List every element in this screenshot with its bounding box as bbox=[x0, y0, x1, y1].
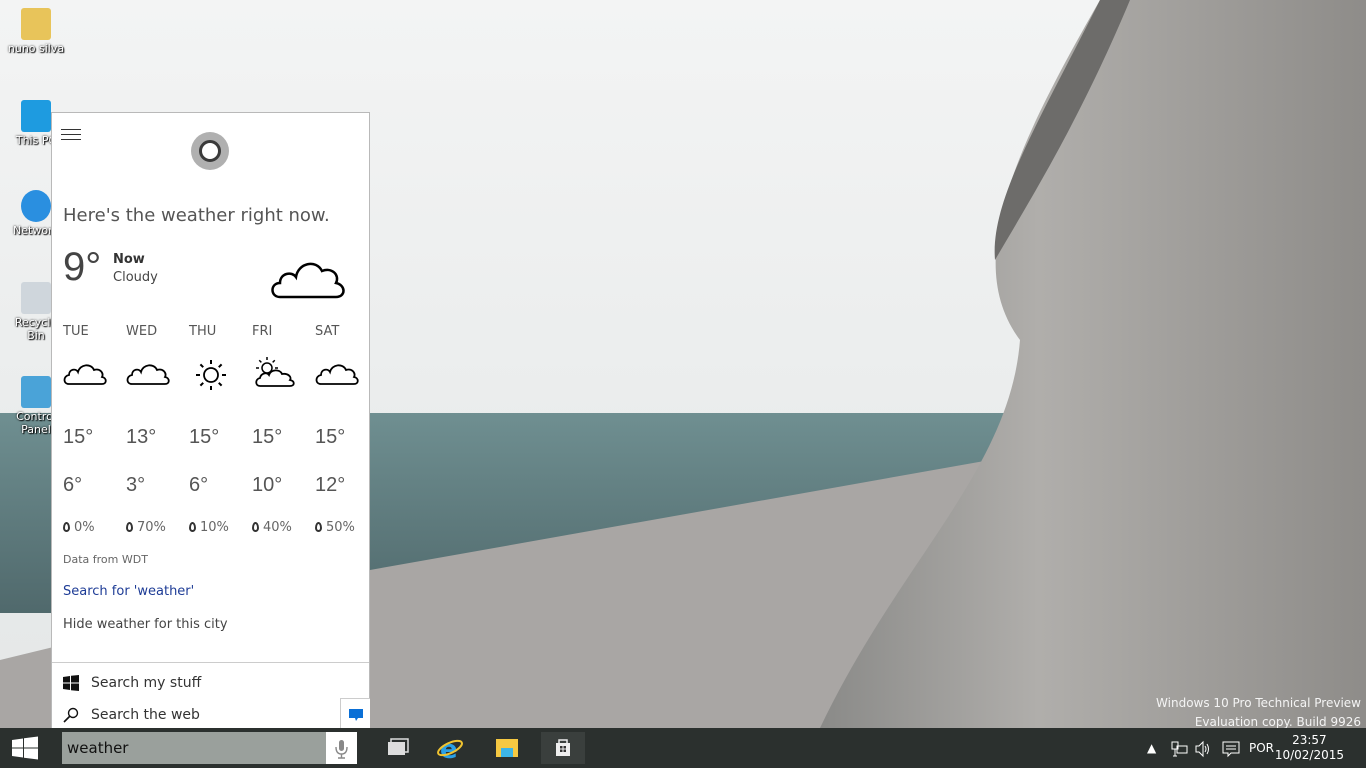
task-view-icon bbox=[388, 738, 409, 755]
file-explorer-button[interactable] bbox=[485, 732, 529, 764]
cortana-logo-icon bbox=[191, 132, 229, 170]
current-condition: Cloudy bbox=[113, 270, 158, 285]
file-explorer-icon bbox=[496, 739, 518, 757]
windows-logo-icon bbox=[12, 736, 38, 760]
store-icon bbox=[556, 739, 570, 756]
microphone-button[interactable] bbox=[326, 732, 357, 764]
feedback-button[interactable] bbox=[340, 698, 370, 729]
cloud-icon bbox=[126, 364, 170, 385]
raindrop-icon bbox=[63, 522, 70, 532]
search-input[interactable] bbox=[62, 732, 326, 764]
forecast-day-label: TUE bbox=[63, 324, 89, 339]
internet-explorer-icon: e bbox=[437, 735, 463, 765]
cloud-icon bbox=[271, 262, 345, 299]
forecast-day-label: WED bbox=[126, 324, 158, 339]
forecast-day-label: SAT bbox=[315, 324, 340, 339]
forecast-precipitation: 0% bbox=[63, 520, 95, 535]
cloud-icon bbox=[63, 364, 107, 385]
current-label: Now bbox=[113, 252, 145, 267]
cloud-icon bbox=[315, 364, 359, 385]
feedback-icon bbox=[349, 709, 363, 721]
taskbar: e ▲ POR 23:5710/02/2015 bbox=[0, 728, 1366, 768]
action-center-icon[interactable] bbox=[1222, 740, 1240, 758]
partly-sunny-icon bbox=[255, 357, 295, 387]
language-indicator[interactable]: POR bbox=[1249, 728, 1274, 768]
build-watermark: Windows 10 Pro Technical Preview Evaluati… bbox=[1156, 696, 1361, 729]
forecast-day: SAT 15° 12° 50% bbox=[315, 324, 378, 535]
forecast-high: 15° bbox=[63, 426, 94, 448]
search-box[interactable] bbox=[62, 732, 357, 764]
forecast-day: WED 13° 3° 70% bbox=[126, 324, 189, 535]
hamburger-menu-icon[interactable] bbox=[61, 129, 81, 140]
forecast-precipitation: 70% bbox=[126, 520, 166, 535]
windows-logo-icon bbox=[63, 675, 79, 691]
computer-icon bbox=[21, 100, 51, 132]
forecast-low: 3° bbox=[126, 474, 146, 496]
recycle-bin-icon bbox=[21, 282, 51, 314]
forecast-high: 15° bbox=[252, 426, 283, 448]
task-view-button[interactable] bbox=[374, 732, 418, 764]
desktop-icon-user-folder[interactable]: nuno silva bbox=[6, 8, 66, 55]
forecast-day-label: THU bbox=[189, 324, 217, 339]
raindrop-icon bbox=[252, 522, 259, 532]
search-my-stuff-option[interactable]: Search my stuff bbox=[63, 675, 201, 695]
raindrop-icon bbox=[126, 522, 133, 532]
network-icon bbox=[21, 190, 51, 222]
raindrop-icon bbox=[315, 522, 322, 532]
forecast-high: 13° bbox=[126, 426, 157, 448]
internet-explorer-button[interactable]: e bbox=[428, 732, 472, 765]
current-temperature: 9° bbox=[63, 245, 102, 289]
svg-text:e: e bbox=[440, 735, 458, 764]
search-weather-link[interactable]: Search for 'weather' bbox=[63, 584, 194, 599]
forecast-day: THU 15° 6° 10% bbox=[189, 324, 252, 535]
forecast-precipitation: 40% bbox=[252, 520, 292, 535]
forecast-precipitation: 50% bbox=[315, 520, 355, 535]
forecast-low: 10° bbox=[252, 474, 283, 496]
sun-icon bbox=[196, 360, 226, 390]
clock[interactable]: 23:57 10/02/2015 bbox=[1275, 733, 1344, 763]
show-hidden-icons-button[interactable]: ▲ bbox=[1147, 728, 1156, 768]
volume-icon[interactable] bbox=[1194, 740, 1212, 758]
network-status-icon[interactable] bbox=[1170, 740, 1188, 758]
forecast-day-label: FRI bbox=[252, 324, 273, 339]
search-the-web-option[interactable]: Search the web bbox=[63, 707, 200, 727]
forecast-low: 6° bbox=[63, 474, 83, 496]
forecast-low: 6° bbox=[189, 474, 209, 496]
control-panel-icon bbox=[21, 376, 51, 408]
hide-weather-link[interactable]: Hide weather for this city bbox=[63, 617, 228, 632]
forecast-precipitation: 10% bbox=[189, 520, 229, 535]
forecast-day: TUE 15° 6° 0% bbox=[63, 324, 126, 535]
start-button[interactable] bbox=[0, 728, 50, 768]
user-folder-icon bbox=[21, 8, 51, 40]
forecast-day: FRI 15° 10° 40% bbox=[252, 324, 315, 535]
raindrop-icon bbox=[189, 522, 196, 532]
forecast-low: 12° bbox=[315, 474, 346, 496]
store-button[interactable] bbox=[541, 732, 585, 764]
divider bbox=[52, 662, 369, 663]
cortana-panel: Here's the weather right now. 9° Now Clo… bbox=[51, 112, 370, 729]
data-source: Data from WDT bbox=[63, 553, 148, 566]
chevron-up-icon: ▲ bbox=[1147, 741, 1157, 755]
forecast-high: 15° bbox=[189, 426, 220, 448]
microphone-icon bbox=[335, 740, 348, 759]
weather-headline: Here's the weather right now. bbox=[63, 205, 330, 226]
search-icon bbox=[63, 707, 79, 723]
forecast-high: 15° bbox=[315, 426, 346, 448]
